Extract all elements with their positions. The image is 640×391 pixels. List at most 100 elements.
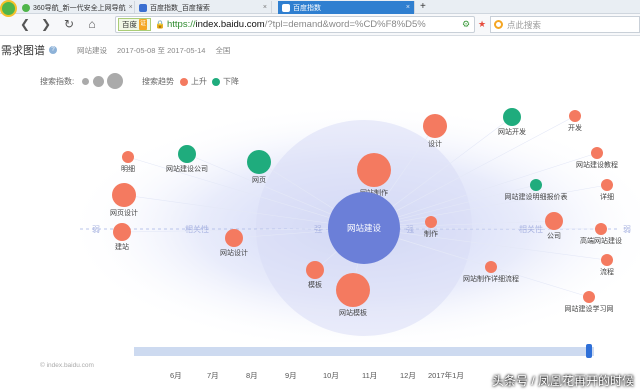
graph-node-bubble[interactable] — [113, 223, 131, 241]
graph-node-label: 高端网站建设 — [580, 236, 622, 245]
graph-node-bubble[interactable] — [122, 151, 134, 163]
graph-node-label: 网站设计 — [220, 248, 248, 257]
weak-label-left: 弱 — [92, 225, 100, 234]
time-slider[interactable] — [134, 344, 594, 358]
up-dot — [180, 78, 188, 86]
back-button[interactable]: ❮ — [18, 17, 32, 31]
graph-node-bubble[interactable] — [595, 223, 607, 235]
graph-node-label: 模板 — [308, 280, 322, 289]
graph-node-bubble[interactable] — [583, 291, 595, 303]
baidu-favicon-icon — [139, 3, 147, 12]
browser-search-box[interactable]: 点此搜索 — [490, 16, 640, 33]
graph-node-bubble[interactable] — [425, 216, 437, 228]
month-label: 10月 — [323, 371, 339, 380]
up-label: 上升 — [191, 77, 207, 86]
url-host: index.baidu.com — [195, 19, 265, 30]
close-tab-icon[interactable]: × — [406, 4, 410, 11]
graph-node-bubble[interactable] — [601, 179, 613, 191]
index-medium-dot — [93, 76, 104, 87]
forward-button[interactable]: ❯ — [39, 17, 53, 31]
time-slider-handle[interactable] — [586, 344, 592, 358]
graph-node-bubble[interactable] — [569, 110, 581, 122]
graph-node-label: 网页 — [252, 176, 266, 184]
reload-button[interactable]: ↻ — [62, 17, 76, 31]
date-separator: 至 — [157, 45, 165, 55]
page-header: 需求图谱 ? 网站建设 2017-05-08 至 2017-05-14 全国 — [0, 41, 640, 59]
date-range[interactable]: 2017-05-08 至 2017-05-14 — [117, 45, 205, 56]
graph-node-label: 设计 — [428, 139, 442, 148]
center-node-label: 网站建设 — [347, 223, 382, 233]
graph-node-bubble[interactable] — [485, 261, 497, 273]
tab-label: 360导航_新一代安全上网导航 — [33, 4, 126, 12]
month-label: 9月 — [285, 371, 297, 380]
star-icon[interactable]: ★ — [478, 18, 486, 30]
index-large-dot — [107, 73, 123, 89]
graph-node-bubble[interactable] — [225, 229, 243, 247]
engine-label: 百度 — [122, 20, 137, 29]
trend-label: 搜索趋势 — [142, 77, 174, 86]
graph-node-label: 流程 — [600, 267, 614, 276]
graph-node-label: 网站开发 — [498, 127, 526, 136]
graph-node-bubble[interactable] — [112, 183, 136, 207]
graph-node-bubble[interactable] — [178, 145, 196, 163]
browser-logo-icon[interactable] — [0, 0, 17, 17]
graph-node-bubble[interactable] — [357, 153, 391, 187]
lock-icon: 🔒 — [155, 20, 165, 29]
graph-node-label: 网站制作详细流程 — [463, 274, 519, 283]
graph-node-label: 网页设计 — [110, 208, 138, 217]
down-dot — [212, 78, 220, 86]
browser-tabbar: 360导航_新一代安全上网导航 × 百度指数_百度搜索 × 百度指数 × + — [0, 0, 640, 17]
graph-node-label: 明细 — [121, 164, 135, 173]
source-watermark: © index.baidu.com — [40, 362, 94, 369]
graph-node-bubble[interactable] — [601, 254, 613, 266]
month-label: 12月 — [400, 371, 416, 380]
new-tab-button[interactable]: + — [420, 1, 426, 13]
graph-node-label: 网站建设明细报价表 — [505, 192, 568, 201]
search-engine-selector[interactable]: 百度 证 — [118, 18, 152, 31]
search-index-label: 搜索指数: — [40, 77, 75, 86]
baidu-favicon-icon — [282, 3, 290, 12]
month-label: 2017年1月 — [428, 371, 464, 380]
month-label: 6月 — [170, 371, 182, 380]
graph-node-label: 公司 — [547, 232, 561, 240]
search-placeholder: 点此搜索 — [507, 19, 542, 30]
month-label: 7月 — [207, 371, 219, 380]
home-button[interactable]: ⌂ — [85, 17, 99, 31]
address-toolbar: ❮ ❯ ↻ ⌂ 百度 证 🔒 https:// index.baidu.com … — [0, 14, 640, 36]
keyword: 网站建设 — [77, 45, 107, 55]
graph-node-bubble[interactable] — [306, 261, 324, 279]
graph-node-label: 网站建设学习网 — [565, 304, 614, 313]
month-label: 11月 — [362, 371, 378, 380]
tab-baidu-index[interactable]: 百度指数 × — [278, 1, 415, 14]
relation-graph: 弱 相关性 强 强 相关性 弱 明细网站建设公司网页网页设计建站网站设计网站制作… — [64, 103, 640, 342]
close-tab-icon[interactable]: × — [263, 4, 267, 11]
shield-icon[interactable]: ⚙ — [462, 18, 470, 30]
graph-node-label: 网站建设公司 — [166, 164, 208, 173]
graph-node-bubble[interactable] — [530, 179, 542, 191]
url-scheme: https:// — [166, 19, 196, 30]
page-title: 需求图谱 — [1, 45, 45, 57]
graph-node-bubble[interactable] — [591, 147, 603, 159]
tab-baidu-search[interactable]: 百度指数_百度搜索 × — [135, 1, 272, 14]
weak-label-right: 弱 — [623, 225, 631, 234]
graph-node-label: 网站模板 — [339, 308, 367, 317]
360-favicon-icon — [22, 3, 30, 12]
help-icon[interactable]: ? — [49, 46, 57, 54]
close-tab-icon[interactable]: × — [129, 4, 133, 11]
timeline-months: 6月 7月 8月 9月 10月 11月 12月 2017年1月 — [150, 370, 510, 382]
address-bar[interactable]: 百度 证 🔒 https:// index.baidu.com /?tpl=de… — [115, 16, 475, 33]
graph-node-bubble[interactable] — [503, 108, 521, 126]
graph-node-bubble[interactable] — [336, 273, 370, 307]
date-end: 2017-05-14 — [167, 45, 206, 55]
index-small-dot — [82, 78, 89, 85]
verified-badge-icon: 证 — [139, 19, 148, 30]
tab-360-nav[interactable]: 360导航_新一代安全上网导航 × — [18, 1, 135, 14]
region[interactable]: 全国 — [215, 45, 230, 56]
graph-node-label: 详细 — [600, 192, 614, 201]
tab-label: 百度指数 — [293, 4, 321, 12]
graph-node-label: 制作 — [424, 229, 438, 238]
author-credit: 头条号 / 凤凰花再开的时候 — [491, 374, 634, 388]
graph-node-bubble[interactable] — [545, 212, 563, 230]
graph-node-bubble[interactable] — [423, 114, 447, 138]
graph-node-bubble[interactable] — [247, 150, 271, 174]
